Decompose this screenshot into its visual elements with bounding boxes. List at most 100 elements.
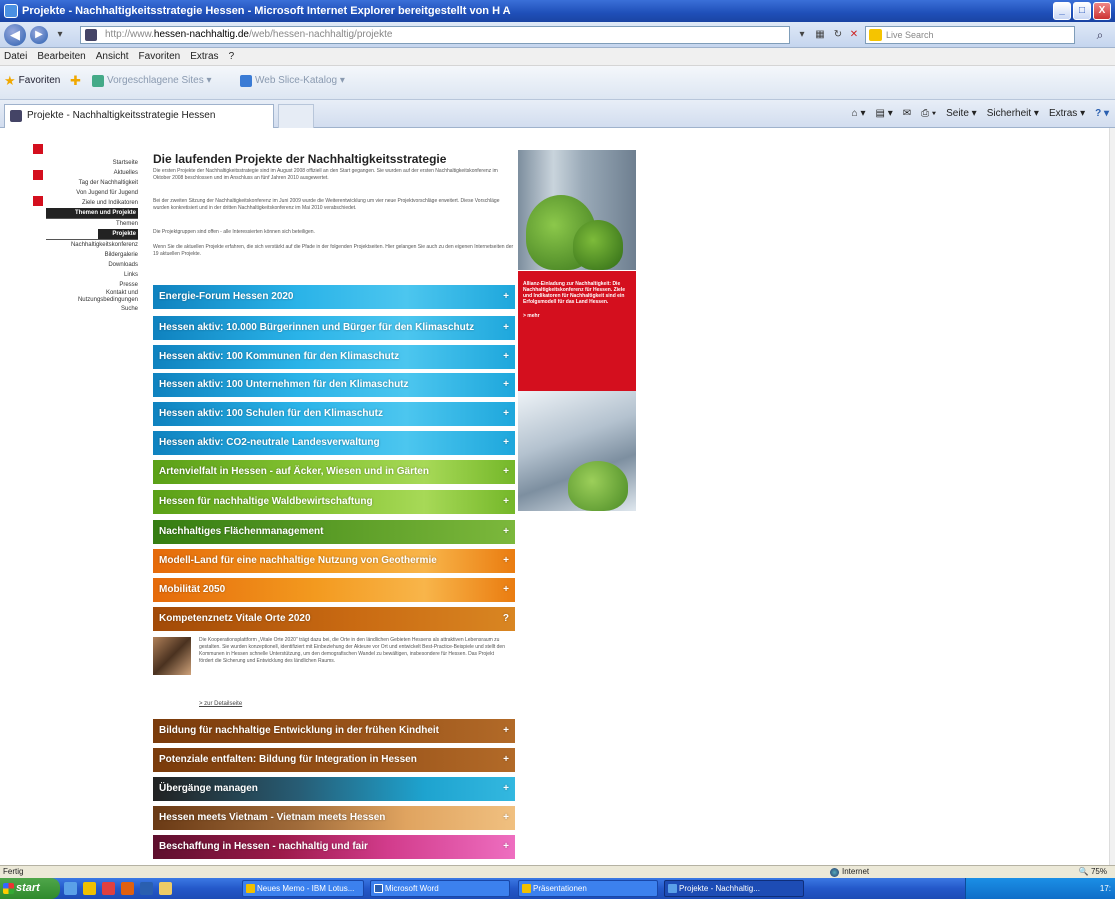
sidebar-item-themen[interactable]: Themen	[46, 218, 138, 229]
suggested-sites-link[interactable]: Vorgeschlagene Sites ▾	[92, 74, 212, 88]
quicklaunch-pdf-icon[interactable]	[102, 882, 115, 895]
project-label: Mobilität 2050	[159, 584, 226, 595]
search-icon[interactable]: ⌕	[1090, 26, 1110, 44]
red-square-decoration	[33, 170, 43, 180]
sidebar-item-aktuelles[interactable]: Aktuelles	[46, 168, 138, 178]
project-mobilitaet-2050[interactable]: Mobilität 2050 +	[153, 578, 515, 602]
new-tab-button[interactable]	[278, 104, 314, 128]
expand-icon: +	[503, 351, 509, 362]
expand-icon: +	[503, 783, 509, 794]
project-flaechenmanagement[interactable]: Nachhaltiges Flächenmanagement +	[153, 520, 515, 544]
project-schulen-klimaschutz[interactable]: Hessen aktiv: 100 Schulen für den Klimas…	[153, 402, 515, 426]
project-buerger-klimaschutz[interactable]: Hessen aktiv: 10.000 Bürgerinnen und Bür…	[153, 316, 515, 340]
search-placeholder: Live Search	[886, 30, 934, 40]
stop-icon[interactable]: ✕	[846, 27, 862, 43]
favorites-button[interactable]: ★ Favoriten	[4, 74, 60, 88]
address-dropdown-icon[interactable]: ▾	[794, 27, 810, 43]
add-favorite-button[interactable]: ✚	[70, 74, 81, 88]
sidebar-item-bildergalerie[interactable]: Bildergalerie	[46, 250, 138, 260]
window-titlebar[interactable]: Projekte - Nachhaltigkeitsstrategie Hess…	[0, 0, 1115, 22]
web-slice-link[interactable]: Web Slice-Katalog ▾	[240, 74, 345, 88]
project-unternehmen-klimaschutz[interactable]: Hessen aktiv: 100 Unternehmen für den Kl…	[153, 373, 515, 397]
web-slice-icon	[240, 75, 252, 87]
sidebar-item-downloads[interactable]: Downloads	[46, 260, 138, 270]
project-energie-forum[interactable]: Energie-Forum Hessen 2020 +	[153, 285, 515, 309]
globe-icon	[830, 867, 839, 877]
cmd-seite[interactable]: Seite ▾	[946, 106, 977, 122]
sidebar-item-jugend[interactable]: Von Jugend für Jugend	[46, 188, 138, 198]
project-beschaffung[interactable]: Beschaffung in Hessen - nachhaltig und f…	[153, 835, 515, 859]
menu-bearbeiten[interactable]: Bearbeiten	[37, 48, 85, 65]
quicklaunch-word-icon[interactable]	[140, 882, 153, 895]
menu-datei[interactable]: Datei	[4, 48, 27, 65]
project-integration[interactable]: Potenziale entfalten: Bildung für Integr…	[153, 748, 515, 772]
search-input[interactable]: Live Search	[865, 26, 1075, 44]
taskbar-button-ie[interactable]: Projekte - Nachhaltig...	[664, 880, 804, 897]
cmd-sicherheit[interactable]: Sicherheit ▾	[987, 106, 1039, 122]
taskbar-button-praesentationen[interactable]: Präsentationen	[518, 880, 658, 897]
project-vitale-orte[interactable]: Kompetenznetz Vitale Orte 2020 ?	[153, 607, 515, 631]
sidebar-item-startseite[interactable]: Startseite	[46, 158, 138, 168]
close-button[interactable]: X	[1093, 2, 1111, 20]
sidebar-item-suche[interactable]: Suche	[46, 304, 138, 314]
expand-icon: +	[503, 841, 509, 852]
home-icon[interactable]: ⌂ ▾	[852, 106, 866, 122]
start-button[interactable]: start	[0, 878, 60, 899]
quicklaunch-folder-icon[interactable]	[83, 882, 96, 895]
history-dropdown-icon[interactable]: ▾	[52, 27, 68, 43]
tree-shape	[568, 461, 628, 511]
project-waldbewirtschaftung[interactable]: Hessen für nachhaltige Waldbewirtschaftu…	[153, 490, 515, 514]
security-zone[interactable]: Internet	[830, 866, 869, 878]
sidebar-item-ziele[interactable]: Ziele und Indikatoren	[46, 198, 138, 208]
feeds-icon[interactable]: ▤ ▾	[875, 106, 892, 122]
project-artenvielfalt[interactable]: Artenvielfalt in Hessen - auf Äcker, Wie…	[153, 460, 515, 484]
minimize-button[interactable]: _	[1053, 2, 1071, 20]
forward-button[interactable]: ▶	[30, 26, 48, 44]
project-geothermie[interactable]: Modell-Land für eine nachhaltige Nutzung…	[153, 549, 515, 573]
menu-extras[interactable]: Extras	[190, 48, 218, 65]
project-uebergaenge[interactable]: Übergänge managen +	[153, 777, 515, 801]
sidebar-item-presse[interactable]: Presse	[46, 280, 138, 290]
taskbar-button-lotus[interactable]: Neues Memo - IBM Lotus...	[242, 880, 364, 897]
sidebar-item-projekte[interactable]: Projekte	[98, 229, 138, 239]
print-icon[interactable]: ⎙ ▾	[921, 106, 936, 122]
project-co2-landesverwaltung[interactable]: Hessen aktiv: CO2-neutrale Landesverwalt…	[153, 431, 515, 455]
quicklaunch-explorer-icon[interactable]	[159, 882, 172, 895]
project-detail-vitale-orte: Die Kooperationsplattform „Vitale Orte 2…	[153, 633, 515, 713]
project-vietnam[interactable]: Hessen meets Vietnam - Vietnam meets Hes…	[153, 806, 515, 830]
address-input[interactable]: http://www.hessen-nachhaltig.de/web/hess…	[80, 26, 790, 44]
menu-ansicht[interactable]: Ansicht	[96, 48, 129, 65]
project-kommunen-klimaschutz[interactable]: Hessen aktiv: 100 Kommunen für den Klima…	[153, 345, 515, 369]
mail-icon[interactable]: ✉	[903, 106, 911, 122]
clock[interactable]: 17:	[1100, 884, 1111, 893]
refresh-icon[interactable]: ↻	[830, 27, 846, 43]
menu-help[interactable]: ?	[229, 48, 235, 65]
detail-page-link[interactable]: > zur Detailseite	[199, 701, 242, 707]
window-title: Projekte - Nachhaltigkeitsstrategie Hess…	[22, 5, 511, 17]
vertical-scrollbar[interactable]	[1109, 128, 1115, 865]
tab-projekte[interactable]: Projekte - Nachhaltigkeitsstrategie Hess…	[4, 104, 274, 128]
help-icon[interactable]: ? ▾	[1095, 106, 1109, 122]
cmd-extras[interactable]: Extras ▾	[1049, 106, 1085, 122]
maximize-button[interactable]: □	[1073, 2, 1091, 20]
sidebar-item-kontakt[interactable]: Kontakt und Nutzungsbedingungen	[46, 290, 138, 304]
compatibility-icon[interactable]: ▦	[812, 27, 828, 43]
page-content: Startseite Aktuelles Tag der Nachhaltigk…	[0, 128, 1115, 865]
zoom-control[interactable]: 🔍 75%	[1079, 866, 1107, 878]
red-square-decoration	[33, 144, 43, 154]
project-fruehe-kindheit[interactable]: Bildung für nachhaltige Entwicklung in d…	[153, 719, 515, 743]
sidebar-item-tag-der-nachhaltigkeit[interactable]: Tag der Nachhaltigkeit	[46, 178, 138, 188]
ie-icon	[668, 884, 677, 893]
sidebar-item-themen-und-projekte[interactable]: Themen und Projekte	[46, 208, 138, 218]
site-favicon	[85, 29, 97, 41]
promo-box[interactable]: Allianz-Einladung zur Nachhaltigkeit: Di…	[518, 271, 636, 391]
quicklaunch-ie-icon[interactable]	[64, 882, 77, 895]
sidebar-item-links[interactable]: Links	[46, 270, 138, 280]
project-label: Artenvielfalt in Hessen - auf Äcker, Wie…	[159, 466, 429, 477]
sidebar-item-konferenz[interactable]: Nachhaltigkeitskonferenz	[46, 239, 138, 250]
promo-link[interactable]: > mehr	[523, 313, 631, 319]
taskbar-button-word[interactable]: Microsoft Word	[370, 880, 510, 897]
back-button[interactable]: ◀	[4, 24, 26, 46]
menu-favoriten[interactable]: Favoriten	[139, 48, 181, 65]
quicklaunch-powerpoint-icon[interactable]	[121, 882, 134, 895]
